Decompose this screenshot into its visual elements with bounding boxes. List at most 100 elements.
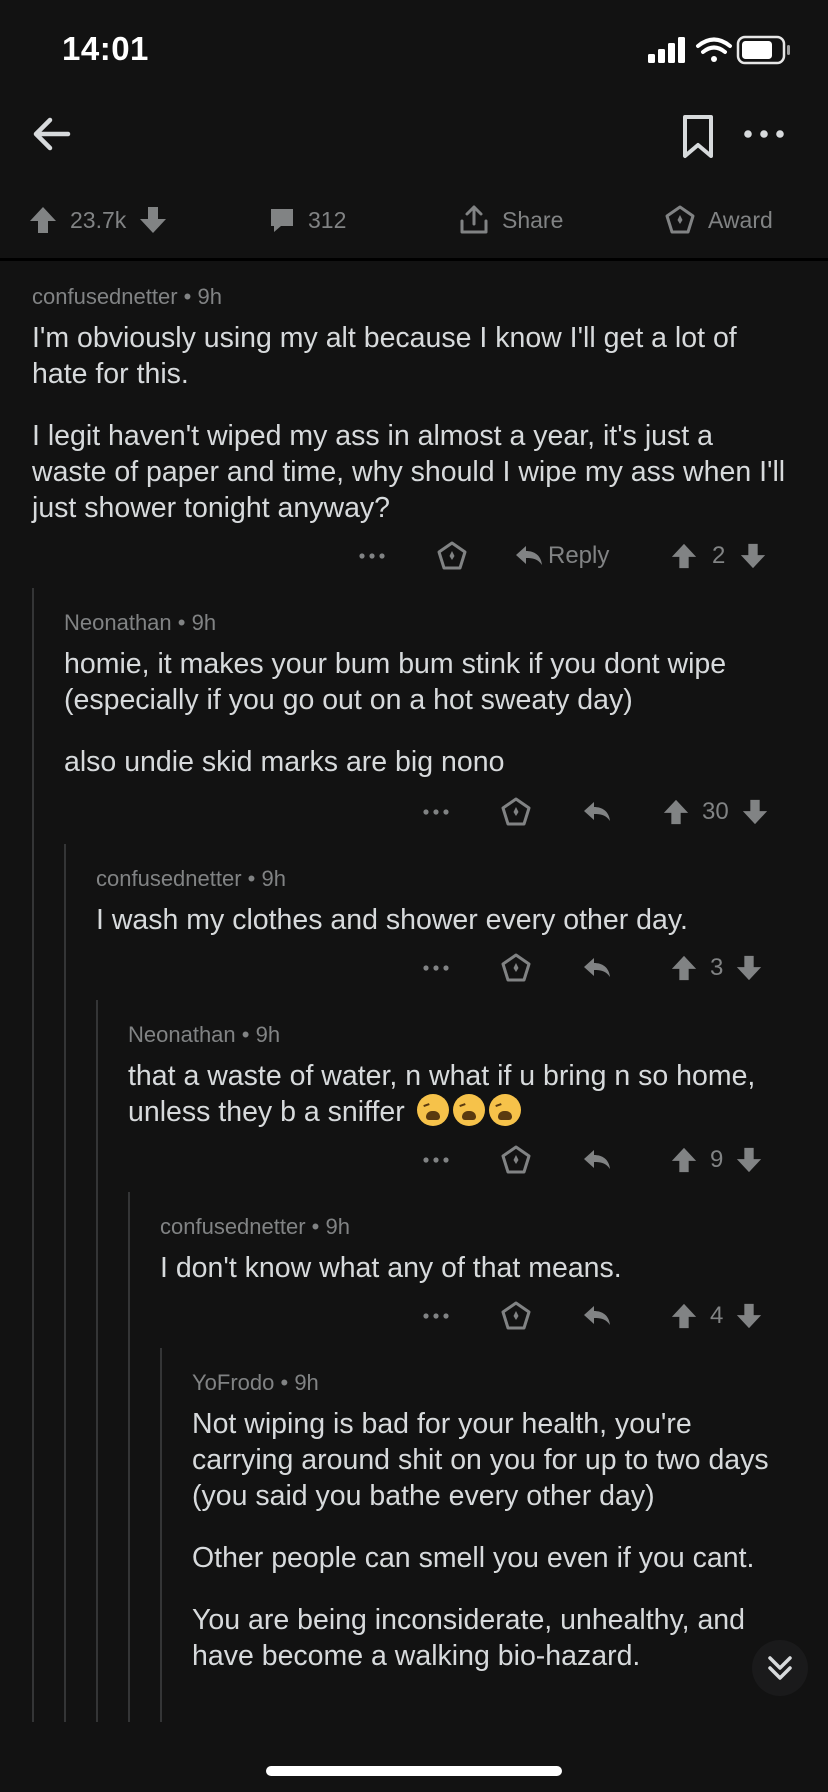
comment-author[interactable]: confusednetter bbox=[160, 1214, 306, 1239]
award-button[interactable] bbox=[500, 948, 532, 988]
comment-score: 2 bbox=[712, 542, 726, 569]
comment-actions: 9 bbox=[0, 1140, 828, 1180]
post-vote-group: 23.7k bbox=[28, 200, 168, 240]
comment-meta: YoFrodo • 9h bbox=[192, 1370, 319, 1395]
reply-button[interactable] bbox=[582, 1140, 612, 1180]
comment-author[interactable]: confusednetter bbox=[96, 866, 242, 891]
thread-line-depth-3[interactable] bbox=[96, 1000, 98, 1722]
comment-count: 312 bbox=[308, 206, 347, 233]
comment-paragraph: I wash my clothes and shower every other… bbox=[96, 904, 688, 936]
comment-paragraph: I legit haven't wiped my ass in almost a… bbox=[32, 420, 786, 524]
award-icon bbox=[437, 541, 467, 570]
status-icons bbox=[626, 34, 796, 68]
comment-body: that a waste of water, n what if u bring… bbox=[128, 1058, 768, 1130]
more-options-button[interactable] bbox=[422, 1296, 450, 1336]
upvote-icon[interactable] bbox=[670, 1302, 698, 1330]
comment-score: 4 bbox=[710, 1302, 724, 1329]
bookmark-icon[interactable] bbox=[680, 114, 716, 160]
upvote-icon[interactable] bbox=[670, 1146, 698, 1174]
downvote-icon[interactable] bbox=[735, 954, 763, 982]
nav-bar bbox=[0, 100, 828, 196]
comment-actions: Reply 2 bbox=[0, 536, 828, 576]
vote-group: 9 bbox=[670, 1140, 763, 1180]
more-options-icon bbox=[423, 965, 449, 971]
wifi-icon bbox=[696, 37, 732, 62]
comment-paragraph: I don't know what any of that means. bbox=[160, 1252, 622, 1284]
reply-icon bbox=[584, 1150, 610, 1169]
comment-time: 9h bbox=[325, 1214, 350, 1239]
comment-meta: confusednetter • 9h bbox=[32, 284, 222, 309]
reply-icon bbox=[584, 1306, 610, 1325]
comment-time: 9h bbox=[197, 284, 222, 309]
more-options-button[interactable] bbox=[422, 792, 450, 832]
reply-button[interactable] bbox=[582, 948, 612, 988]
more-options-icon bbox=[359, 553, 385, 559]
comment-meta: confusednetter • 9h bbox=[160, 1214, 350, 1239]
comment-score: 3 bbox=[710, 954, 724, 981]
share-label: Share bbox=[502, 206, 564, 233]
next-comment-button[interactable] bbox=[752, 1640, 808, 1696]
more-options-button[interactable] bbox=[422, 1140, 450, 1180]
vote-group: 30 bbox=[662, 792, 769, 832]
comment: Neonathan • 9h homie, it makes your bum … bbox=[64, 608, 804, 780]
comment-score: 30 bbox=[702, 798, 729, 825]
thread-line-depth-5[interactable] bbox=[160, 1348, 162, 1722]
share-icon bbox=[460, 205, 488, 234]
comment-body: I don't know what any of that means. bbox=[160, 1250, 780, 1286]
reply-label: Reply bbox=[548, 542, 610, 569]
thread-line-depth-4[interactable] bbox=[128, 1192, 130, 1722]
award-button[interactable]: Award bbox=[664, 200, 785, 240]
comments-button[interactable]: 312 bbox=[268, 200, 358, 240]
comment-meta: confusednetter • 9h bbox=[96, 866, 286, 891]
weary-face-emoji-icon bbox=[452, 1094, 485, 1126]
more-options-button[interactable] bbox=[422, 948, 450, 988]
award-button[interactable] bbox=[500, 792, 532, 832]
reply-icon bbox=[584, 802, 610, 821]
comment-meta: Neonathan • 9h bbox=[64, 610, 217, 635]
downvote-icon[interactable] bbox=[138, 205, 168, 235]
comment-time: 9h bbox=[191, 610, 217, 635]
share-button[interactable]: Share bbox=[458, 200, 575, 240]
reply-button[interactable] bbox=[582, 1296, 612, 1336]
more-options-icon bbox=[423, 1313, 449, 1319]
more-options-icon[interactable] bbox=[740, 122, 788, 146]
post-score: 23.7k bbox=[70, 206, 127, 233]
reply-button[interactable]: Reply bbox=[514, 536, 609, 576]
award-button[interactable] bbox=[500, 1140, 532, 1180]
comment-body: Not wiping is bad for your health, you'r… bbox=[192, 1406, 782, 1674]
award-icon bbox=[501, 1301, 531, 1330]
comment-author[interactable]: YoFrodo bbox=[192, 1370, 274, 1395]
reply-icon bbox=[516, 546, 542, 565]
comment-body: homie, it makes your bum bum stink if yo… bbox=[64, 646, 804, 780]
award-button[interactable] bbox=[500, 1296, 532, 1336]
weary-face-emoji-icon bbox=[416, 1094, 449, 1126]
downvote-icon[interactable] bbox=[735, 1302, 763, 1330]
comment-body: I'm obviously using my alt because I kno… bbox=[32, 320, 792, 526]
post-action-bar: 23.7k 312 Share Award bbox=[0, 186, 828, 261]
comment-author[interactable]: Neonathan bbox=[128, 1022, 236, 1047]
downvote-icon[interactable] bbox=[739, 542, 767, 570]
award-label: Award bbox=[708, 206, 773, 233]
upvote-icon[interactable] bbox=[662, 798, 690, 826]
reply-button[interactable] bbox=[582, 792, 612, 832]
comment: YoFrodo • 9h Not wiping is bad for your … bbox=[192, 1368, 782, 1674]
comment-time: 9h bbox=[255, 1022, 281, 1047]
upvote-icon[interactable] bbox=[28, 205, 58, 235]
comment: Neonathan • 9h that a waste of water, n … bbox=[128, 1020, 768, 1130]
upvote-icon[interactable] bbox=[670, 542, 698, 570]
comment-author[interactable]: confusednetter bbox=[32, 284, 178, 309]
downvote-icon[interactable] bbox=[735, 1146, 763, 1174]
comment-author[interactable]: Neonathan bbox=[64, 610, 172, 635]
comment: confusednetter • 9h I don't know what an… bbox=[160, 1212, 780, 1286]
home-indicator[interactable] bbox=[266, 1766, 562, 1776]
upvote-icon[interactable] bbox=[670, 954, 698, 982]
downvote-icon[interactable] bbox=[741, 798, 769, 826]
award-icon bbox=[501, 953, 531, 982]
signal-icon bbox=[648, 37, 685, 63]
comment-time: 9h bbox=[261, 866, 286, 891]
award-icon bbox=[665, 205, 695, 234]
award-button[interactable] bbox=[436, 536, 468, 576]
vote-group: 2 bbox=[670, 536, 767, 576]
more-options-button[interactable] bbox=[358, 536, 386, 576]
back-arrow-icon[interactable] bbox=[28, 110, 76, 158]
